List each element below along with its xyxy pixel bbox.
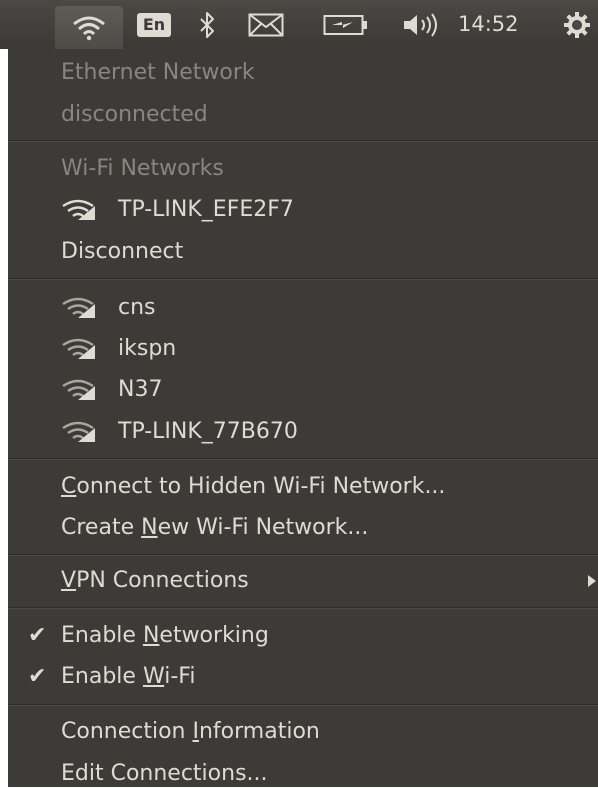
wifi-signal-icon (62, 421, 95, 442)
menu-separator (8, 607, 598, 609)
menu-separator (8, 140, 598, 142)
wifi-signal-icon (62, 297, 95, 318)
checkmark-icon: ✔ (28, 664, 47, 689)
envelope-icon (248, 13, 284, 36)
bluetooth-icon (200, 11, 214, 38)
keyboard-layout-label: En (137, 12, 171, 37)
bluetooth-indicator[interactable] (195, 0, 219, 49)
network-name: N37 (118, 377, 163, 402)
network-name: TP-LINK_EFE2F7 (118, 197, 294, 222)
sound-indicator[interactable] (400, 0, 444, 49)
checkmark-icon: ✔ (28, 623, 47, 648)
wifi-signal-icon (62, 379, 95, 400)
power-gear-icon (564, 11, 590, 38)
battery-indicator[interactable] (320, 0, 372, 49)
messaging-indicator[interactable] (246, 0, 286, 49)
wifi-icon (73, 16, 105, 40)
top-panel: En 14:52 (0, 0, 598, 49)
volume-icon (404, 12, 437, 37)
wifi-signal-icon (62, 199, 95, 220)
network-indicator[interactable] (55, 6, 123, 49)
network-name: ikspn (118, 336, 177, 361)
clock[interactable]: 14:52 (458, 0, 519, 49)
menu-separator (8, 554, 598, 556)
network-menu: Ethernet Network disconnected Wi-Fi Netw… (8, 49, 598, 787)
submenu-arrow-icon (588, 575, 596, 587)
network-name: TP-LINK_77B670 (118, 419, 298, 444)
network-name: cns (118, 295, 156, 320)
wifi-signal-icon (62, 338, 95, 359)
menu-separator (8, 704, 598, 706)
battery-charging-icon (323, 14, 367, 35)
session-indicator[interactable] (560, 0, 594, 49)
menu-separator (8, 278, 598, 280)
keyboard-layout-indicator[interactable]: En (137, 0, 171, 49)
menu-separator (8, 458, 598, 460)
